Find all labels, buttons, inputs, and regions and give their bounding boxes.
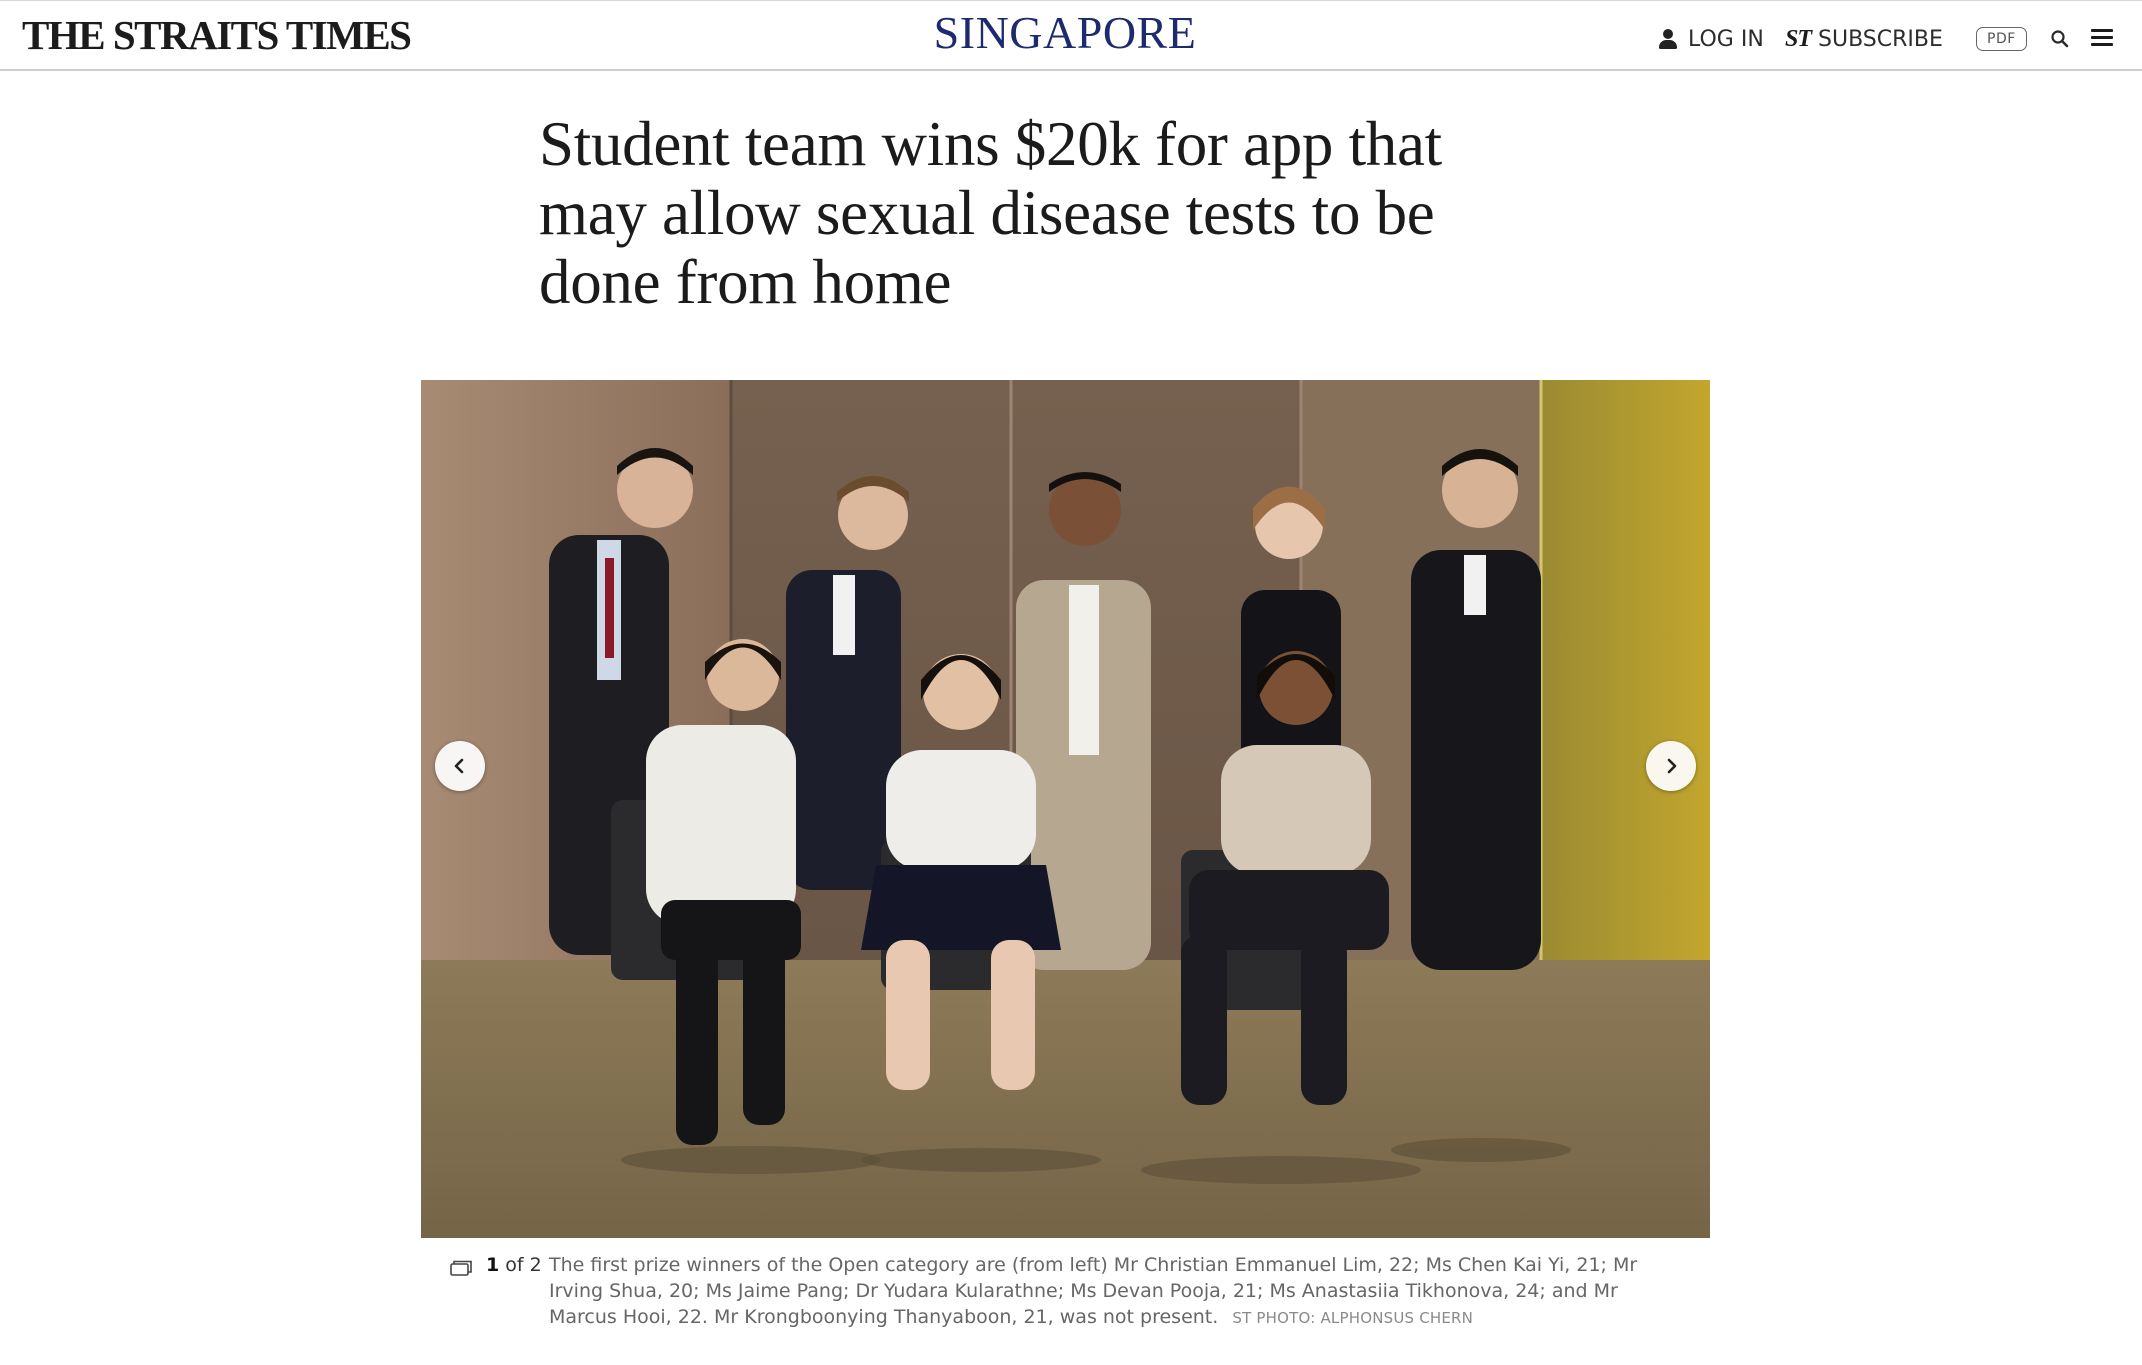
- photo-caption: The first prize winners of the Open cate…: [549, 1252, 1689, 1331]
- hamburger-menu-icon: [2091, 28, 2113, 46]
- user-icon: [1657, 28, 1679, 50]
- article-headline: Student team wins $20k for app that may …: [539, 109, 1442, 317]
- st-logo-icon: ST: [1785, 25, 1812, 52]
- chevron-left-icon: [454, 758, 464, 774]
- gallery-counter: 1 of 2: [486, 1252, 542, 1278]
- subscribe-button[interactable]: ST SUBSCRIBE: [1785, 23, 1943, 55]
- pdf-label: PDF: [1976, 27, 2027, 51]
- menu-button[interactable]: [2091, 21, 2113, 53]
- photo-credit: ST PHOTO: ALPHONSUS CHERN: [1232, 1309, 1474, 1327]
- search-button[interactable]: [2050, 23, 2070, 55]
- gallery-current-index: 1: [486, 1254, 500, 1276]
- subscribe-label: SUBSCRIBE: [1818, 26, 1943, 52]
- gallery-icon: [450, 1260, 472, 1276]
- photo-gallery[interactable]: [421, 380, 1710, 1238]
- gallery-photo: [421, 380, 1710, 1238]
- gallery-total: of 2: [505, 1254, 542, 1276]
- site-header: THE STRAITS TIMES SINGAPORE LOG IN ST SU…: [0, 0, 2142, 71]
- login-label: LOG IN: [1688, 26, 1764, 52]
- search-icon: [2051, 30, 2069, 48]
- chevron-right-icon: [1667, 758, 1677, 774]
- pdf-button[interactable]: PDF: [1976, 23, 2027, 55]
- caption-text: The first prize winners of the Open cate…: [549, 1254, 1638, 1328]
- gallery-next-button[interactable]: [1646, 741, 1696, 791]
- login-button[interactable]: LOG IN: [1657, 23, 1764, 55]
- gallery-prev-button[interactable]: [435, 741, 485, 791]
